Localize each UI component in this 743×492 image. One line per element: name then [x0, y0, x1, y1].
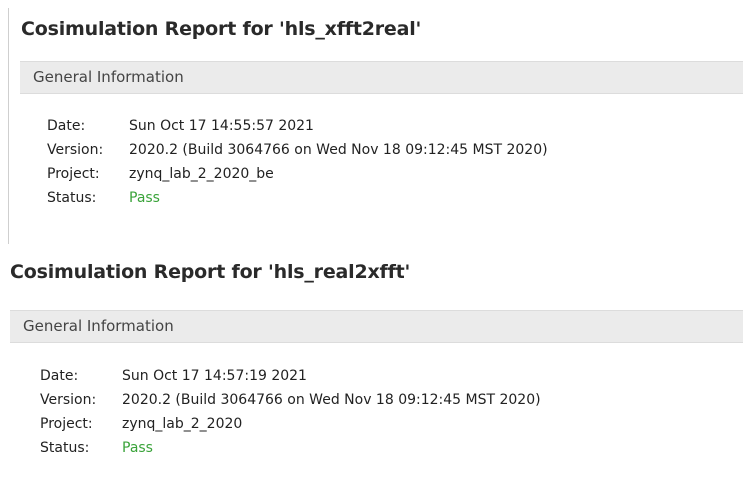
report-hls-real2xfft: Cosimulation Report for 'hls_real2xfft' … [0, 248, 743, 492]
version-value: 2020.2 (Build 3064766 on Wed Nov 18 09:1… [129, 142, 548, 158]
section-label: General Information [23, 317, 174, 335]
project-label: Project: [40, 416, 93, 432]
status-label: Status: [47, 190, 97, 206]
general-information-header: General Information [10, 310, 743, 343]
status-value: Pass [129, 190, 160, 206]
version-label: Version: [47, 142, 104, 158]
general-information-header: General Information [20, 61, 743, 94]
version-label: Version: [40, 392, 97, 408]
left-divider [8, 8, 9, 244]
date-value: Sun Oct 17 14:55:57 2021 [129, 118, 314, 134]
cosimulation-report-page: Cosimulation Report for 'hls_xfft2real' … [0, 0, 743, 492]
date-label: Date: [47, 118, 86, 134]
project-value: zynq_lab_2_2020_be [129, 166, 274, 182]
report-hls-xfft2real: Cosimulation Report for 'hls_xfft2real' … [0, 0, 743, 244]
status-label: Status: [40, 440, 90, 456]
version-value: 2020.2 (Build 3064766 on Wed Nov 18 09:1… [122, 392, 541, 408]
status-value: Pass [122, 440, 153, 456]
report-title: Cosimulation Report for 'hls_real2xfft' [10, 261, 411, 283]
project-label: Project: [47, 166, 100, 182]
section-label: General Information [33, 68, 184, 86]
project-value: zynq_lab_2_2020 [122, 416, 243, 432]
report-title: Cosimulation Report for 'hls_xfft2real' [21, 18, 422, 40]
date-value: Sun Oct 17 14:57:19 2021 [122, 368, 307, 384]
date-label: Date: [40, 368, 79, 384]
